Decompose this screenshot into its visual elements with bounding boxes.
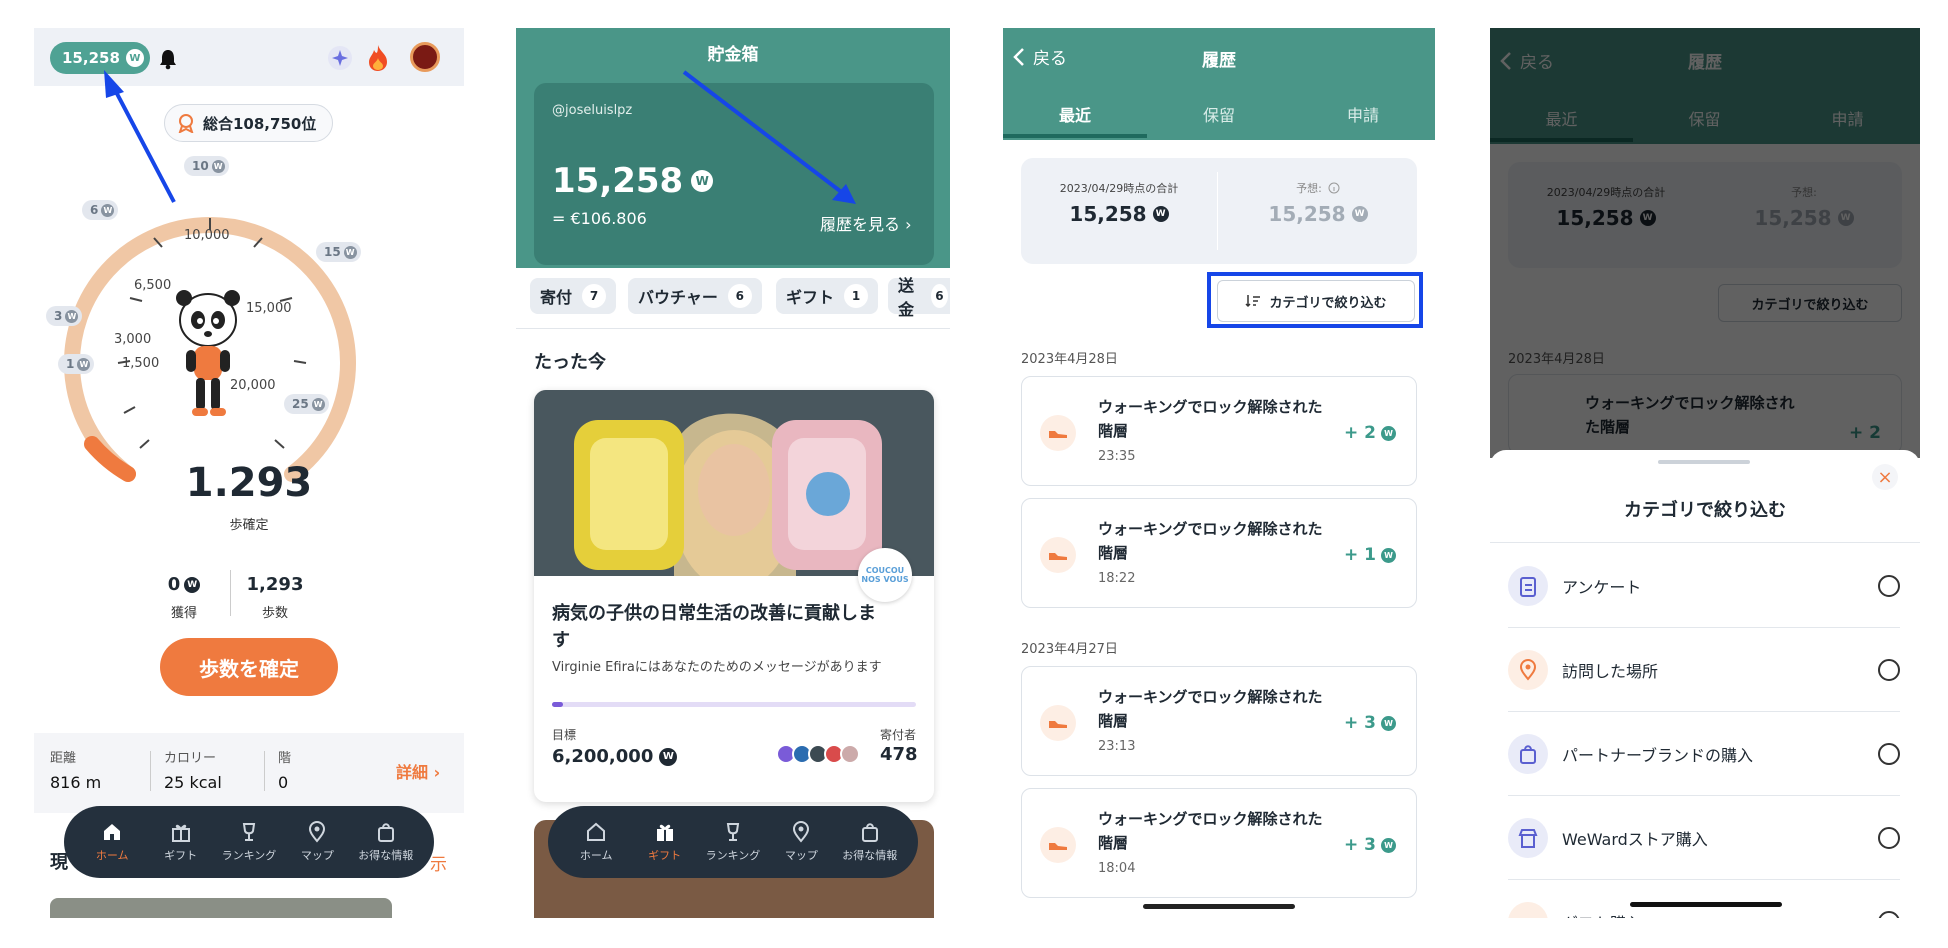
annotation-arrows xyxy=(104,70,856,204)
